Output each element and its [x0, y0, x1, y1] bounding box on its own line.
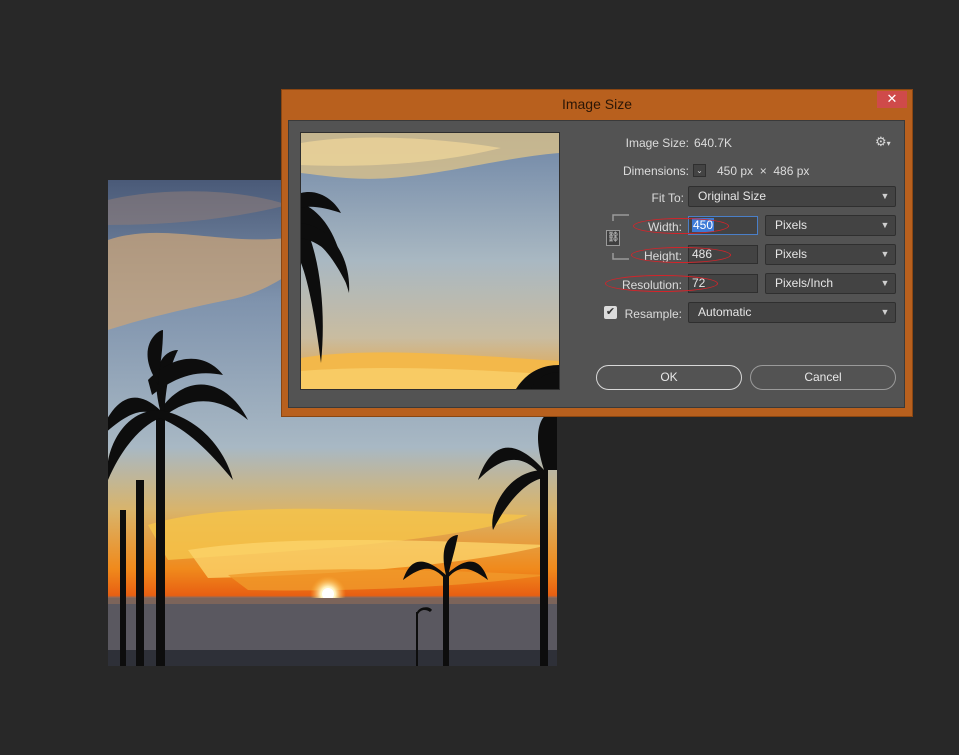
height-label: Height: [643, 249, 682, 263]
width-input[interactable]: 450 [688, 216, 758, 235]
resample-value: Automatic [698, 305, 752, 319]
image-preview[interactable] [300, 132, 560, 390]
gear-icon[interactable]: ⚙▾ [875, 134, 891, 150]
width-unit-value: Pixels [775, 218, 808, 232]
chevron-down-icon: ▼ [880, 191, 890, 201]
image-size-label: Image Size: [625, 136, 689, 150]
height-unit-value: Pixels [775, 247, 808, 261]
cancel-button[interactable]: Cancel [750, 365, 896, 390]
dimensions-units-dropdown[interactable]: ⌄ [693, 164, 706, 177]
resample-select[interactable]: Automatic ▼ [688, 302, 896, 323]
dimensions-label: Dimensions: [622, 164, 689, 178]
dialog-titlebar[interactable]: Image Size ✕ [282, 90, 912, 118]
width-label: Width: [647, 220, 682, 234]
resolution-value: 72 [692, 276, 706, 290]
image-size-value: 640.7K [694, 136, 733, 150]
close-button[interactable]: ✕ [877, 91, 907, 108]
height-unit-select[interactable]: Pixels ▼ [765, 244, 896, 265]
dialog-panel: Image Size: 640.7K ⚙▾ Dimensions: ⌄ 450 … [288, 120, 905, 408]
ok-button[interactable]: OK [596, 365, 742, 390]
resolution-input[interactable]: 72 [688, 274, 758, 293]
fit-to-label: Fit To: [651, 191, 684, 205]
dimensions-value: 450 px × 486 px [717, 164, 810, 178]
width-value: 450 [692, 218, 715, 232]
chevron-down-icon: ▼ [880, 278, 890, 288]
resolution-unit-value: Pixels/Inch [775, 276, 834, 290]
fit-to-select[interactable]: Original Size ▼ [688, 186, 896, 207]
chevron-down-icon: ▼ [880, 249, 890, 259]
fit-to-value: Original Size [698, 189, 767, 203]
chevron-down-icon: ▼ [880, 220, 890, 230]
height-value: 486 [692, 247, 713, 261]
width-unit-select[interactable]: Pixels ▼ [765, 215, 896, 236]
image-size-dialog: Image Size ✕ Image Size: 640.7K ⚙▾ Dimen… [281, 89, 913, 417]
resample-label: Resample: [624, 307, 682, 321]
dialog-title: Image Size [561, 96, 633, 112]
resolution-label: Resolution: [621, 278, 682, 292]
resolution-unit-select[interactable]: Pixels/Inch ▼ [765, 273, 896, 294]
chevron-down-icon: ▼ [880, 307, 890, 317]
height-input[interactable]: 486 [688, 245, 758, 264]
